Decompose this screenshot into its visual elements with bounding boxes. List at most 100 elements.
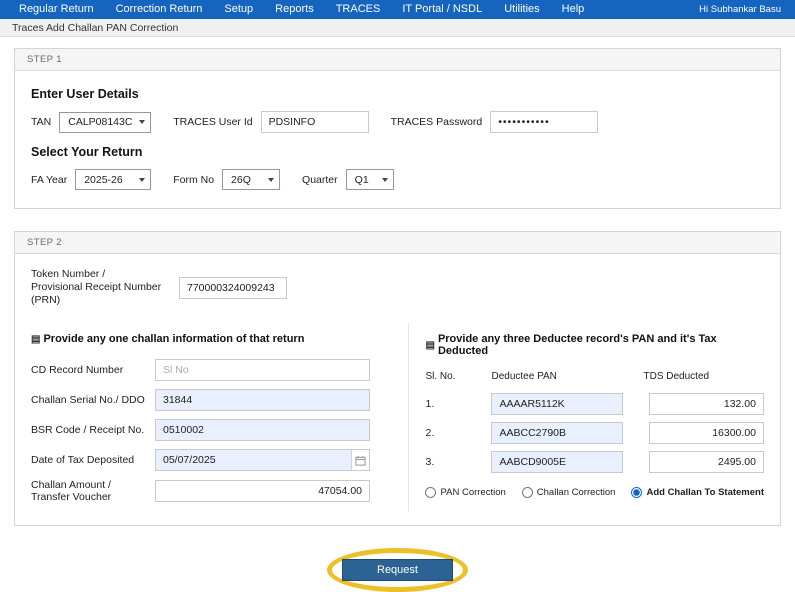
- radio-challan-correction-input[interactable]: [522, 487, 533, 498]
- cd-record-label: CD Record Number: [31, 364, 155, 376]
- challan-serial-row: Challan Serial No./ DDO: [31, 389, 394, 411]
- challan-amount-input[interactable]: [155, 480, 370, 502]
- menu-item-traces[interactable]: TRACES: [325, 0, 392, 19]
- prn-label-line2: Provisional Receipt Number (PRN): [31, 281, 161, 306]
- col-header-tds-deducted: TDS Deducted: [643, 371, 764, 386]
- menu-item-reports[interactable]: Reports: [264, 0, 325, 19]
- bsr-code-input[interactable]: [155, 419, 370, 441]
- form-no-select[interactable]: 26Q: [222, 169, 280, 190]
- row2-sl-no: 2.: [425, 427, 471, 439]
- cd-record-row: CD Record Number: [31, 359, 394, 381]
- chevron-down-icon: [382, 178, 388, 182]
- main-content: STEP 1 Enter User Details TAN CALP08143C…: [0, 37, 795, 592]
- challan-info-heading: ▤ Provide any one challan information of…: [31, 333, 394, 345]
- radio-challan-correction-label: Challan Correction: [537, 487, 616, 498]
- deductee-heading-text: Provide any three Deductee record's PAN …: [438, 333, 764, 357]
- step2-header: STEP 2: [15, 232, 780, 254]
- chevron-down-icon: [268, 178, 274, 182]
- challan-amount-label-line2: Transfer Voucher: [31, 491, 111, 503]
- radio-pan-correction[interactable]: PAN Correction: [425, 487, 505, 498]
- row1-pan-input[interactable]: [491, 393, 623, 415]
- form-icon: ▤: [425, 340, 434, 351]
- bsr-code-label: BSR Code / Receipt No.: [31, 424, 155, 436]
- traces-password-label: TRACES Password: [391, 116, 483, 128]
- traces-user-id-input[interactable]: [261, 111, 369, 133]
- menu-item-regular-return[interactable]: Regular Return: [8, 0, 105, 19]
- radio-add-challan-to-statement-label: Add Challan To Statement: [646, 487, 764, 498]
- traces-user-id-label: TRACES User Id: [173, 116, 252, 128]
- step1-panel: STEP 1 Enter User Details TAN CALP08143C…: [14, 48, 781, 209]
- menu-item-correction-return[interactable]: Correction Return: [105, 0, 214, 19]
- tan-select[interactable]: CALP08143C: [59, 112, 151, 133]
- prn-input[interactable]: [179, 277, 287, 299]
- col-header-sl-no: Sl. No.: [425, 371, 471, 386]
- challan-amount-label: Challan Amount / Transfer Voucher: [31, 479, 155, 503]
- request-area: Request: [14, 548, 781, 592]
- return-selection-row: FA Year 2025-26 Form No 26Q Quarter Q1: [31, 169, 764, 190]
- step2-panel: STEP 2 Token Number / Provisional Receip…: [14, 231, 781, 526]
- cd-record-input[interactable]: [155, 359, 370, 381]
- row3-sl-no: 3.: [425, 456, 471, 468]
- form-no-select-value: 26Q: [231, 174, 251, 186]
- enter-user-details-heading: Enter User Details: [31, 87, 764, 101]
- quarter-select-value: Q1: [355, 174, 369, 186]
- tan-select-value: CALP08143C: [68, 116, 132, 128]
- row1-tds-input[interactable]: [649, 393, 764, 415]
- traces-password-input[interactable]: [490, 111, 598, 133]
- menu-item-utilities[interactable]: Utilities: [493, 0, 550, 19]
- menu-item-setup[interactable]: Setup: [213, 0, 264, 19]
- prn-label-line1: Token Number /: [31, 268, 105, 280]
- radio-pan-correction-label: PAN Correction: [440, 487, 505, 498]
- prn-row: Token Number / Provisional Receipt Numbe…: [31, 268, 764, 307]
- chevron-down-icon: [139, 120, 145, 124]
- top-menubar: Regular Return Correction Return Setup R…: [0, 0, 795, 19]
- fa-year-select-value: 2025-26: [84, 174, 123, 186]
- deductee-table: Sl. No. Deductee PAN TDS Deducted 1. 2. …: [425, 371, 764, 473]
- fa-year-select[interactable]: 2025-26: [75, 169, 151, 190]
- date-deposited-label: Date of Tax Deposited: [31, 454, 155, 466]
- challan-info-heading-text: Provide any one challan information of t…: [43, 333, 304, 345]
- radio-add-challan-to-statement-input[interactable]: [631, 487, 642, 498]
- menu-item-it-portal-nsdl[interactable]: IT Portal / NSDL: [391, 0, 493, 19]
- quarter-label: Quarter: [302, 174, 338, 186]
- challan-amount-row: Challan Amount / Transfer Voucher: [31, 479, 394, 503]
- radio-challan-correction[interactable]: Challan Correction: [522, 487, 616, 498]
- deductee-section: ▤ Provide any three Deductee record's PA…: [408, 323, 764, 511]
- calendar-icon[interactable]: [351, 450, 369, 470]
- radio-add-challan-to-statement[interactable]: Add Challan To Statement: [631, 487, 764, 498]
- col-header-deductee-pan: Deductee PAN: [491, 371, 623, 386]
- correction-type-options: PAN Correction Challan Correction Add Ch…: [425, 487, 764, 498]
- tan-label: TAN: [31, 116, 51, 128]
- highlight-annotation: Request: [327, 548, 468, 592]
- page-title: Traces Add Challan PAN Correction: [0, 19, 795, 37]
- user-greeting: Hi Subhankar Basu: [699, 4, 787, 15]
- bsr-code-row: BSR Code / Receipt No.: [31, 419, 394, 441]
- date-deposited-row: Date of Tax Deposited: [31, 449, 394, 471]
- request-button[interactable]: Request: [342, 559, 453, 581]
- step1-body: Enter User Details TAN CALP08143C TRACES…: [15, 71, 780, 208]
- prn-label: Token Number / Provisional Receipt Numbe…: [31, 268, 179, 307]
- challan-serial-input[interactable]: [155, 389, 370, 411]
- date-of-tax-deposited-input[interactable]: [156, 450, 351, 470]
- radio-pan-correction-input[interactable]: [425, 487, 436, 498]
- fa-year-label: FA Year: [31, 174, 67, 186]
- row2-tds-input[interactable]: [649, 422, 764, 444]
- step2-columns: ▤ Provide any one challan information of…: [31, 323, 764, 511]
- row3-tds-input[interactable]: [649, 451, 764, 473]
- challan-serial-label: Challan Serial No./ DDO: [31, 394, 155, 406]
- row2-pan-input[interactable]: [491, 422, 623, 444]
- menu-item-help[interactable]: Help: [551, 0, 596, 19]
- row3-pan-input[interactable]: [491, 451, 623, 473]
- challan-amount-label-line1: Challan Amount /: [31, 479, 111, 491]
- chevron-down-icon: [139, 178, 145, 182]
- row1-sl-no: 1.: [425, 398, 471, 410]
- challan-info-section: ▤ Provide any one challan information of…: [31, 323, 408, 511]
- user-details-row: TAN CALP08143C TRACES User Id TRACES Pas…: [31, 111, 764, 133]
- form-icon: ▤: [31, 334, 40, 345]
- step2-body: Token Number / Provisional Receipt Numbe…: [15, 254, 780, 525]
- quarter-select[interactable]: Q1: [346, 169, 394, 190]
- deductee-heading: ▤ Provide any three Deductee record's PA…: [425, 333, 764, 357]
- select-your-return-heading: Select Your Return: [31, 145, 764, 159]
- step1-header: STEP 1: [15, 49, 780, 71]
- form-no-label: Form No: [173, 174, 214, 186]
